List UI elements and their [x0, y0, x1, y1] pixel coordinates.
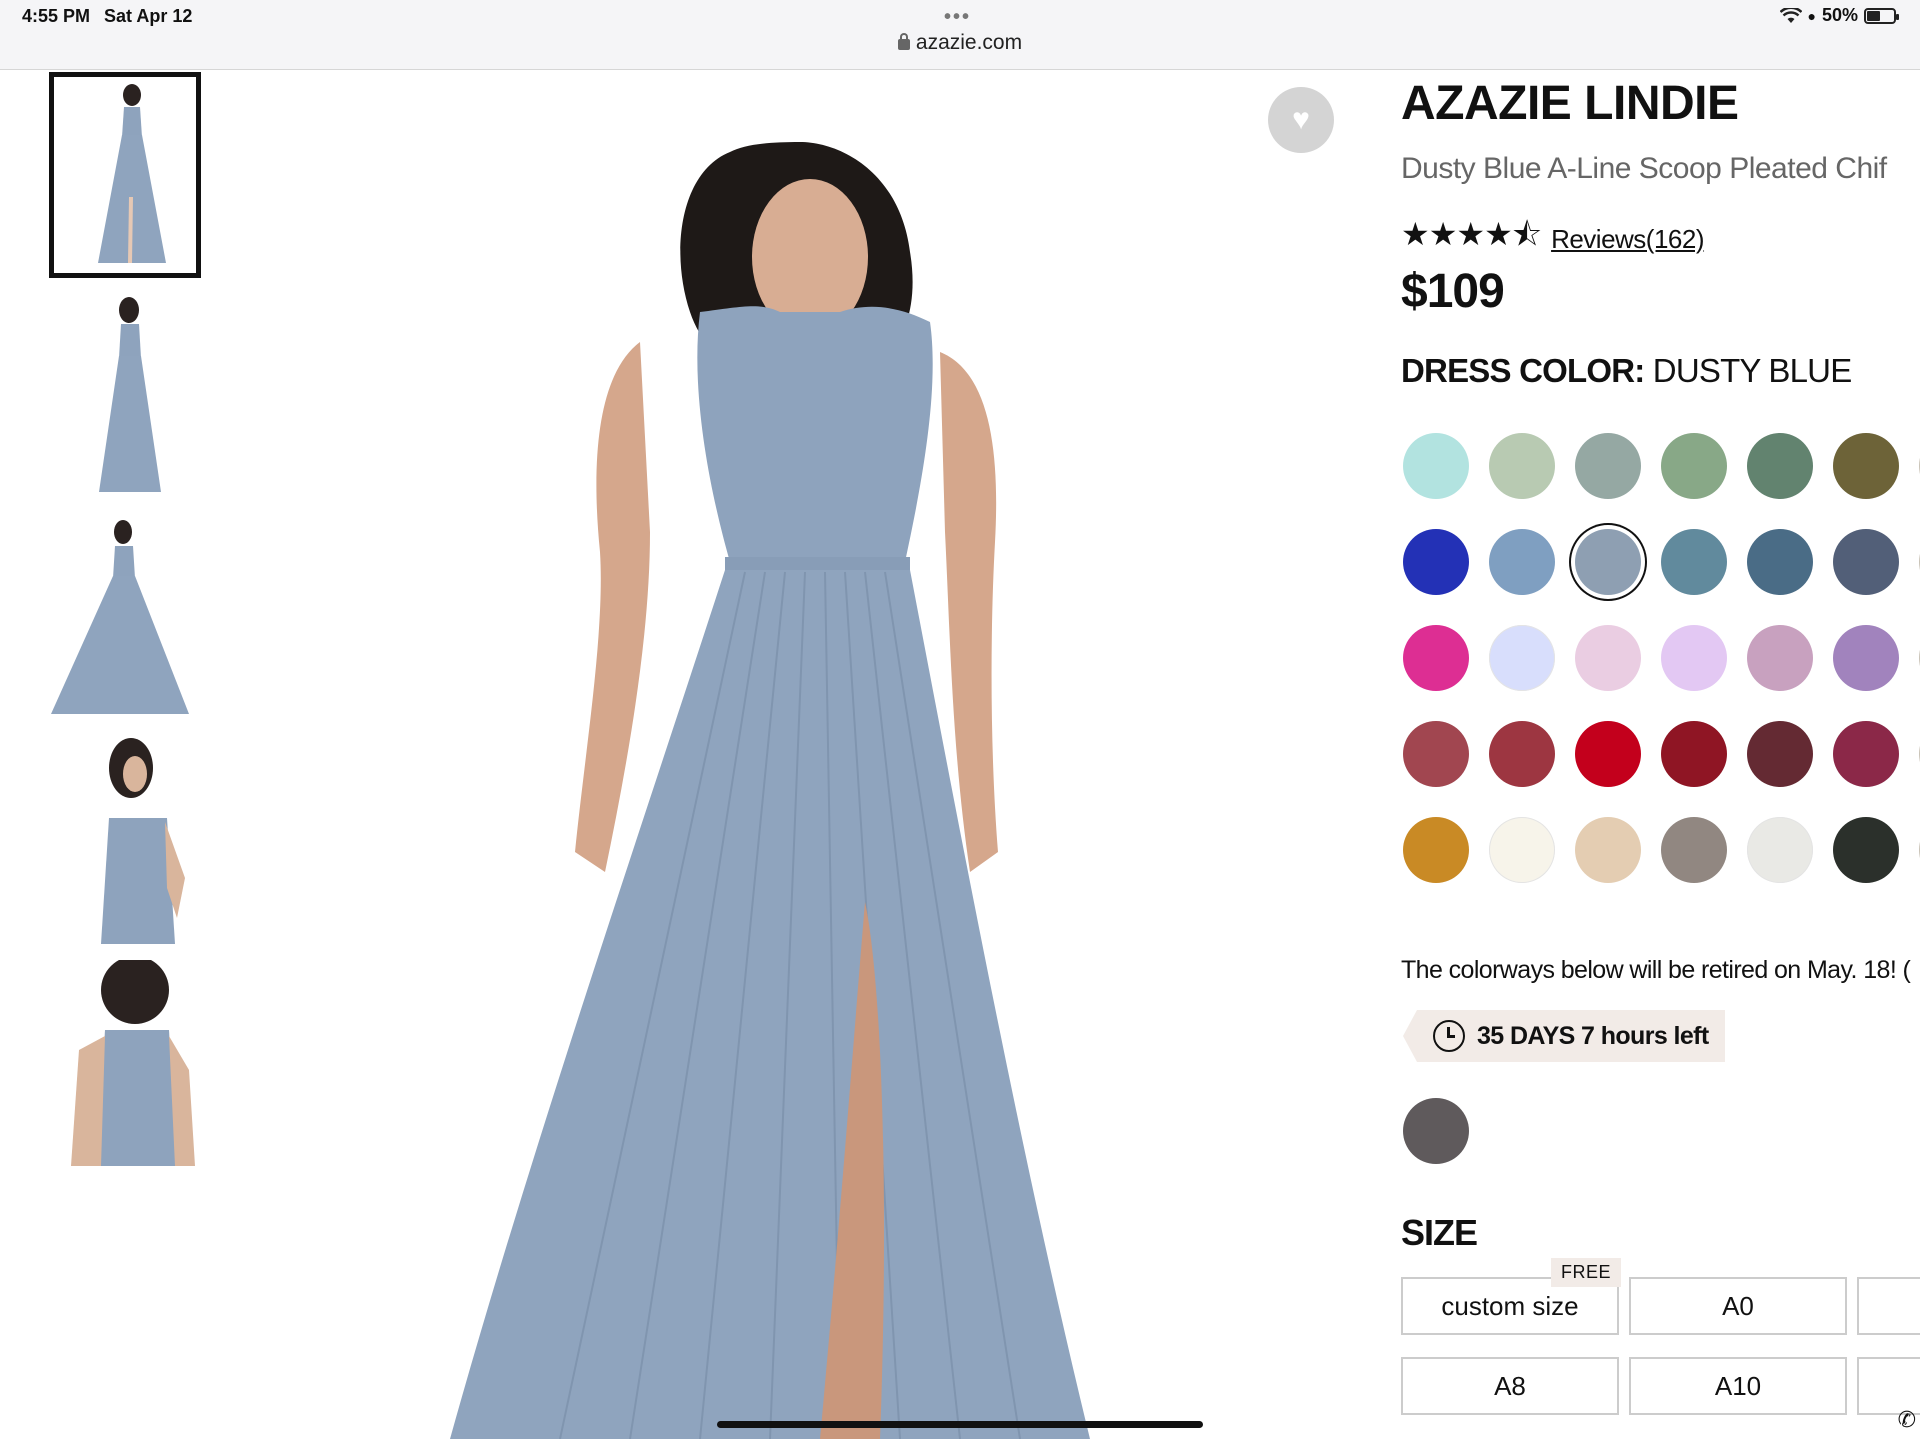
color-swatch[interactable]: [1661, 529, 1727, 595]
countdown-text: 35 DAYS 7 hours left: [1477, 1021, 1709, 1050]
battery-percent: 50%: [1821, 5, 1858, 25]
thumbnail-back[interactable]: [49, 294, 201, 500]
color-swatch[interactable]: [1833, 529, 1899, 595]
thumbnail-twirl[interactable]: [49, 516, 201, 722]
color-swatch[interactable]: [1661, 817, 1727, 883]
color-swatch[interactable]: [1661, 721, 1727, 787]
color-swatch[interactable]: [1747, 433, 1813, 499]
person-icon: ●: [1807, 7, 1816, 24]
heart-icon: ♥: [1292, 103, 1310, 136]
color-swatch[interactable]: [1489, 625, 1555, 691]
color-swatch[interactable]: [1403, 433, 1469, 499]
color-swatch[interactable]: [1747, 529, 1813, 595]
rating-row: ★★★★⯪ Reviews(162): [1401, 212, 1705, 266]
color-swatch[interactable]: [1403, 529, 1469, 595]
lock-icon: [897, 33, 910, 50]
countdown-badge: 35 DAYS 7 hours left: [1403, 1010, 1725, 1062]
color-swatch[interactable]: [1575, 625, 1641, 691]
color-swatch[interactable]: [1575, 433, 1641, 499]
thumbnail-front[interactable]: [49, 72, 201, 278]
color-swatch[interactable]: [1833, 721, 1899, 787]
home-indicator[interactable]: [717, 1421, 1203, 1428]
status-indicators: ● 50%: [1779, 5, 1899, 26]
reviews-link[interactable]: Reviews(162): [1551, 224, 1704, 255]
product-info-panel: AZAZIE LINDIE Dusty Blue A-Line Scoop Pl…: [1401, 72, 1920, 1439]
color-swatch[interactable]: [1575, 721, 1641, 787]
size-option-a8[interactable]: A8: [1401, 1357, 1619, 1415]
color-swatch[interactable]: [1489, 817, 1555, 883]
dress-color-value: DUSTY BLUE: [1652, 352, 1852, 389]
color-swatch[interactable]: [1489, 433, 1555, 499]
color-swatch[interactable]: [1489, 721, 1555, 787]
thumbnail-back-close[interactable]: [49, 960, 201, 1166]
status-date: Sat Apr 12: [104, 6, 193, 26]
retired-color-swatch[interactable]: [1403, 1098, 1469, 1164]
size-option-a0[interactable]: A0: [1629, 1277, 1847, 1335]
star-rating-icon: ★★★★⯪: [1401, 216, 1542, 252]
color-swatch[interactable]: [1403, 625, 1469, 691]
product-subtitle: Dusty Blue A-Line Scoop Pleated Chif: [1401, 152, 1887, 185]
main-product-image[interactable]: [400, 72, 1360, 1439]
thumbnail-list: [49, 72, 201, 1182]
color-swatch[interactable]: [1661, 625, 1727, 691]
color-swatch[interactable]: [1833, 625, 1899, 691]
phone-icon[interactable]: ✆: [1898, 1407, 1916, 1433]
color-swatch[interactable]: [1403, 721, 1469, 787]
color-swatch[interactable]: [1575, 529, 1641, 595]
color-swatch[interactable]: [1747, 721, 1813, 787]
color-swatch[interactable]: [1489, 529, 1555, 595]
status-bar: 4:55 PM Sat Apr 12 ••• ● 50% azazie.com: [0, 0, 1920, 70]
size-option-more[interactable]: [1857, 1277, 1920, 1335]
size-heading: SIZE: [1401, 1212, 1478, 1253]
battery-icon: [1864, 7, 1899, 24]
color-swatch[interactable]: [1661, 433, 1727, 499]
dress-color-label: DRESS COLOR: DUSTY BLUE: [1401, 352, 1852, 390]
address-bar[interactable]: azazie.com: [0, 31, 1920, 55]
status-time: 4:55 PM: [22, 6, 91, 26]
color-swatch[interactable]: [1747, 625, 1813, 691]
product-brand: AZAZIE LINDIE: [1401, 77, 1739, 130]
favorite-button[interactable]: ♥: [1268, 87, 1334, 153]
free-badge: FREE: [1551, 1258, 1622, 1287]
color-swatch[interactable]: [1575, 817, 1641, 883]
url-text: azazie.com: [915, 31, 1023, 54]
product-price: $109: [1401, 265, 1505, 318]
color-swatch[interactable]: [1833, 817, 1899, 883]
color-swatch[interactable]: [1747, 817, 1813, 883]
color-swatch[interactable]: [1403, 817, 1469, 883]
size-option-a10[interactable]: A10: [1629, 1357, 1847, 1415]
multitask-dots-icon[interactable]: •••: [944, 6, 971, 29]
retire-notice: The colorways below will be retired on M…: [1401, 956, 1911, 984]
color-swatch[interactable]: [1833, 433, 1899, 499]
dress-color-heading: DRESS COLOR:: [1401, 352, 1645, 389]
wifi-icon: [1779, 7, 1802, 23]
clock-icon: [1433, 1020, 1465, 1052]
thumbnail-side[interactable]: [49, 738, 201, 944]
